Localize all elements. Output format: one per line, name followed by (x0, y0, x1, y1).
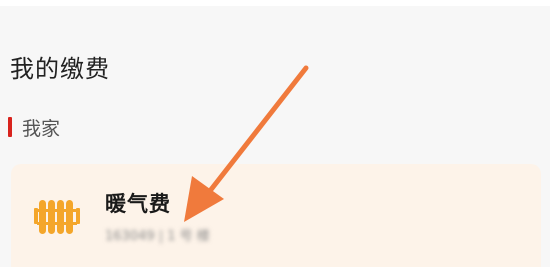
top-card-edge (0, 0, 550, 6)
bill-name: 暖气费 (105, 192, 171, 216)
payment-page: 我的缴费 我家 暖气费 163049 | 1 号 楼 (0, 0, 550, 267)
group-label: 我家 (8, 114, 60, 140)
group-accent-bar (8, 117, 12, 137)
radiator-icon (34, 200, 80, 234)
heating-bill-card[interactable]: 暖气费 163049 | 1 号 楼 (11, 164, 541, 267)
group-label-text: 我家 (22, 117, 61, 140)
bill-account-number: 163049 | 1 号 楼 (105, 229, 210, 244)
section-title: 我的缴费 (10, 55, 110, 83)
